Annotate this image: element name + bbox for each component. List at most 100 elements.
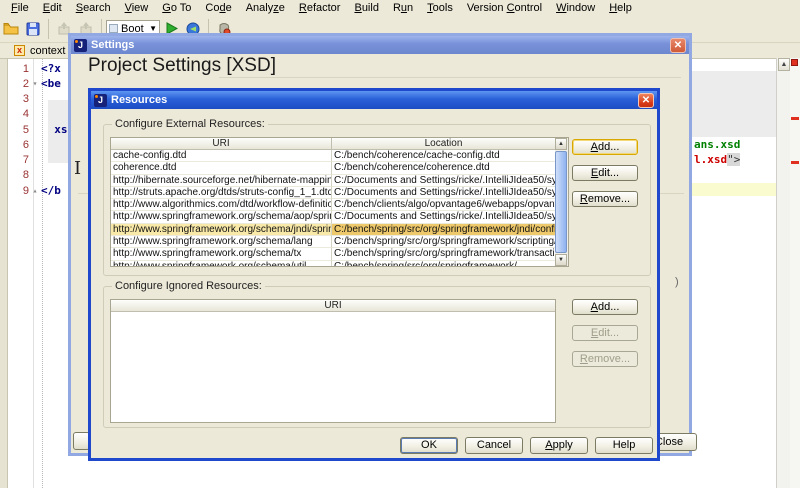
external-resources-group: Configure External Resources: URILocatio… xyxy=(103,124,651,276)
table-cell[interactable]: C:/bench/coherence/coherence.dtd xyxy=(331,162,555,174)
table-row[interactable]: http://www.springframework.org/schema/tx… xyxy=(111,248,555,260)
table-scrollbar[interactable]: ▲ ▼ xyxy=(555,137,569,267)
menu-tools[interactable]: Tools xyxy=(420,1,460,15)
open-folder-icon[interactable] xyxy=(0,18,22,40)
ignored-resources-table[interactable]: URI xyxy=(110,299,556,423)
menu-window[interactable]: Window xyxy=(549,1,602,15)
fold-marker-icon[interactable]: ▾ xyxy=(29,79,41,88)
ok-button[interactable]: OK xyxy=(400,437,458,454)
table-cell[interactable]: C:/bench/spring/src/org/springframework/… xyxy=(331,248,555,260)
menu-build[interactable]: Build xyxy=(347,1,385,15)
column-header-uri[interactable]: URI xyxy=(111,300,555,311)
apply-button[interactable]: Apply xyxy=(530,437,588,454)
column-header-uri[interactable]: URI xyxy=(111,138,331,149)
menu-search[interactable]: Search xyxy=(69,1,118,15)
table-cell[interactable]: http://www.springframework.org/schema/jn… xyxy=(111,224,331,236)
table-row[interactable]: cache-config.dtdC:/bench/coherence/cache… xyxy=(111,150,555,162)
menu-file[interactable]: File xyxy=(4,1,36,15)
menu-view[interactable]: View xyxy=(118,1,156,15)
table-cell[interactable]: C:/Documents and Settings/ricke/.Intelli… xyxy=(331,187,555,199)
editor-selection-right xyxy=(692,71,776,137)
text-cursor: I xyxy=(74,158,81,179)
error-stripe-mark[interactable] xyxy=(791,117,799,120)
group-label: Configure Ignored Resources: xyxy=(112,280,265,292)
close-icon[interactable]: ✕ xyxy=(670,38,686,53)
table-cell[interactable]: http://struts.apache.org/dtds/struts-con… xyxy=(111,187,331,199)
close-icon[interactable]: ✕ xyxy=(638,93,654,108)
code-text: </b xyxy=(41,184,61,197)
menu-help[interactable]: Help xyxy=(602,1,639,15)
error-stripe-mark[interactable] xyxy=(791,161,799,164)
line-number: 7 xyxy=(9,154,29,166)
tab-context-xml[interactable]: x context xyxy=(0,45,65,57)
resources-title: Resources xyxy=(111,94,167,106)
add-button[interactable]: Add... xyxy=(572,299,638,315)
line-number: 2 xyxy=(9,78,29,90)
resources-dialog: J Resources ✕ Configure External Resourc… xyxy=(88,88,660,461)
table-cell[interactable]: C:/bench/spring/src/org/springframework/… xyxy=(331,224,555,236)
line-number: 3 xyxy=(9,93,29,105)
resources-titlebar[interactable]: J Resources ✕ xyxy=(91,91,657,109)
edit-button[interactable]: Edit... xyxy=(572,165,638,181)
table-cell[interactable]: http://hibernate.sourceforge.net/hiberna… xyxy=(111,175,331,187)
table-cell[interactable]: cache-config.dtd xyxy=(111,150,331,162)
scroll-up-icon[interactable]: ▲ xyxy=(555,138,567,150)
table-cell[interactable]: C:/bench/spring/src/org/springframework/… xyxy=(331,236,555,248)
hidden-text-fragment: ) xyxy=(675,276,679,288)
code-fragment-green: ans.xsd xyxy=(694,138,740,151)
error-stripe[interactable] xyxy=(790,58,800,488)
line-number: 1 xyxy=(9,63,29,75)
remove-button[interactable]: Remove... xyxy=(572,191,638,207)
scroll-down-icon[interactable]: ▼ xyxy=(555,254,567,266)
table-cell[interactable]: http://www.springframework.org/schema/ut… xyxy=(111,261,331,267)
settings-titlebar[interactable]: J Settings ✕ xyxy=(71,36,689,54)
ignored-resources-group: Configure Ignored Resources: URI Add...E… xyxy=(103,286,651,428)
chevron-down-icon: ▼ xyxy=(149,24,157,33)
table-cell[interactable]: http://www.springframework.org/schema/tx xyxy=(111,248,331,260)
table-cell[interactable]: C:/bench/clients/algo/opvantage6/webapps… xyxy=(331,199,555,211)
table-cell[interactable]: http://www.springframework.org/schema/la… xyxy=(111,236,331,248)
add-button[interactable]: Add... xyxy=(572,139,638,155)
table-cell[interactable]: http://www.algorithmics.com/dtd/workflow… xyxy=(111,199,331,211)
xml-file-icon: x xyxy=(14,45,25,56)
group-label: Configure External Resources: xyxy=(112,118,268,130)
cancel-button[interactable]: Cancel xyxy=(465,437,523,454)
external-resources-table[interactable]: URILocationcache-config.dtdC:/bench/cohe… xyxy=(110,137,556,267)
table-header: URILocation xyxy=(111,138,555,150)
table-row[interactable]: http://www.springframework.org/schema/ut… xyxy=(111,261,555,267)
save-icon[interactable] xyxy=(22,18,44,40)
menu-refactor[interactable]: Refactor xyxy=(292,1,348,15)
editor-current-line-highlight xyxy=(692,183,776,196)
table-cell[interactable]: C:/bench/coherence/cache-config.dtd xyxy=(331,150,555,162)
menu-analyze[interactable]: Analyze xyxy=(239,1,292,15)
error-stripe-top-mark[interactable] xyxy=(791,59,798,66)
table-row[interactable]: coherence.dtdC:/bench/coherence/coherenc… xyxy=(111,162,555,174)
table-cell[interactable]: C:/Documents and Settings/ricke/.Intelli… xyxy=(331,211,555,223)
table-row[interactable]: http://www.springframework.org/schema/jn… xyxy=(111,224,555,236)
table-cell[interactable]: http://www.springframework.org/schema/ao… xyxy=(111,211,331,223)
menu-go-to[interactable]: Go To xyxy=(155,1,198,15)
table-row[interactable]: http://www.springframework.org/schema/ao… xyxy=(111,211,555,223)
line-number: 8 xyxy=(9,169,29,181)
edit-button: Edit... xyxy=(572,325,638,341)
menu-edit[interactable]: Edit xyxy=(36,1,69,15)
help-button[interactable]: Help xyxy=(595,437,653,454)
table-row[interactable]: http://struts.apache.org/dtds/struts-con… xyxy=(111,187,555,199)
table-cell[interactable]: coherence.dtd xyxy=(111,162,331,174)
menu-code[interactable]: Code xyxy=(198,1,238,15)
table-row[interactable]: http://www.algorithmics.com/dtd/workflow… xyxy=(111,199,555,211)
table-row[interactable]: http://hibernate.sourceforge.net/hiberna… xyxy=(111,175,555,187)
line-number: 6 xyxy=(9,139,29,151)
table-cell[interactable]: C:/bench/spring/src/org/springframework/… xyxy=(331,261,555,267)
menu-run[interactable]: Run xyxy=(386,1,420,15)
scroll-thumb[interactable] xyxy=(555,151,567,253)
fold-marker-icon[interactable]: ▴ xyxy=(29,186,41,195)
editor-vertical-scrollbar[interactable]: ▲ xyxy=(776,58,790,488)
column-header-location[interactable]: Location xyxy=(331,138,555,149)
menu-version-control[interactable]: Version Control xyxy=(460,1,549,15)
scroll-up-icon[interactable]: ▲ xyxy=(778,58,790,71)
tab-label: context xyxy=(30,45,65,57)
code-fragment-red: l.xsd"> xyxy=(694,153,740,166)
table-cell[interactable]: C:/Documents and Settings/ricke/.Intelli… xyxy=(331,175,555,187)
table-row[interactable]: http://www.springframework.org/schema/la… xyxy=(111,236,555,248)
